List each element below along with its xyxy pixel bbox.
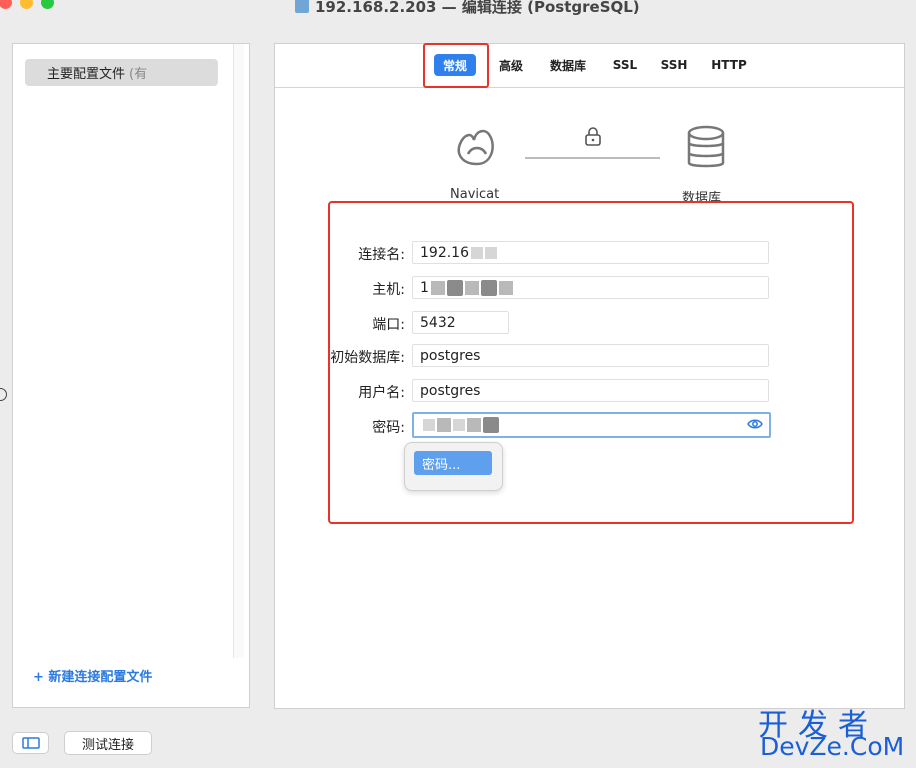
sidebar-toggle-button[interactable] — [12, 732, 49, 754]
sidebar-scrollbar[interactable] — [233, 44, 244, 658]
initial-database-label: 初始数据库: — [330, 350, 405, 366]
postgresql-icon — [295, 0, 309, 13]
collapse-handle-icon[interactable] — [0, 388, 7, 401]
connection-name-label: 连接名: — [358, 247, 405, 263]
port-label: 端口: — [372, 317, 405, 333]
tab-advanced[interactable]: 高级 — [491, 54, 531, 76]
sidebar-item-main-profile[interactable]: 主要配置文件 (有 — [25, 59, 218, 86]
test-connection-button[interactable]: 测试连接 — [64, 731, 152, 755]
tab-bar: 常规 高级 数据库 SSL SSH HTTP — [275, 43, 904, 88]
minimize-window-button[interactable] — [20, 0, 33, 9]
tab-ssh[interactable]: SSH — [655, 54, 693, 76]
close-window-button[interactable] — [0, 0, 12, 9]
connection-name-field[interactable]: 192.16 — [412, 241, 769, 264]
connection-line — [525, 157, 660, 159]
navicat-label: Navicat — [450, 187, 500, 202]
navicat-logo-icon — [457, 129, 494, 166]
new-connection-profile-link[interactable]: + 新建连接配置文件 — [33, 666, 152, 685]
profile-sidebar: 主要配置文件 (有 + 新建连接配置文件 — [12, 43, 250, 708]
password-options-popup: 密码... — [404, 442, 503, 491]
host-label: 主机: — [372, 282, 405, 298]
username-field[interactable]: postgres — [412, 379, 769, 402]
tab-database[interactable]: 数据库 — [543, 54, 593, 76]
tab-http[interactable]: HTTP — [705, 54, 753, 76]
port-field[interactable]: 5432 — [412, 311, 509, 334]
title-bar: 192.168.2.203 — 编辑连接 (PostgreSQL) — [0, 0, 916, 18]
sidebar-item-hint: (有 — [129, 67, 148, 82]
database-icon — [687, 125, 725, 168]
window-title: 192.168.2.203 — 编辑连接 (PostgreSQL) — [295, 0, 640, 16]
connection-diagram: Navicat 数据库 — [275, 87, 904, 207]
watermark-en: DevZe.CoM — [760, 732, 905, 761]
lock-icon — [585, 127, 601, 146]
password-label: 密码: — [372, 420, 405, 436]
password-field[interactable] — [412, 412, 771, 438]
show-password-eye-icon[interactable] — [747, 418, 763, 430]
password-menu-button[interactable]: 密码... — [414, 451, 492, 475]
sidebar-item-label: 主要配置文件 — [47, 67, 126, 82]
initial-database-field[interactable]: postgres — [412, 344, 769, 367]
connection-editor-panel: 常规 高级 数据库 SSL SSH HTTP Navicat 数据库 连接名: … — [274, 43, 905, 709]
zoom-window-button[interactable] — [41, 0, 54, 9]
username-label: 用户名: — [358, 385, 405, 401]
tab-ssl[interactable]: SSL — [607, 54, 643, 76]
host-field[interactable]: 1 — [412, 276, 769, 299]
highlight-box-tab — [423, 43, 489, 88]
window-title-text: 192.168.2.203 — 编辑连接 (PostgreSQL) — [315, 0, 640, 16]
sidebar-toggle-icon — [21, 737, 40, 749]
